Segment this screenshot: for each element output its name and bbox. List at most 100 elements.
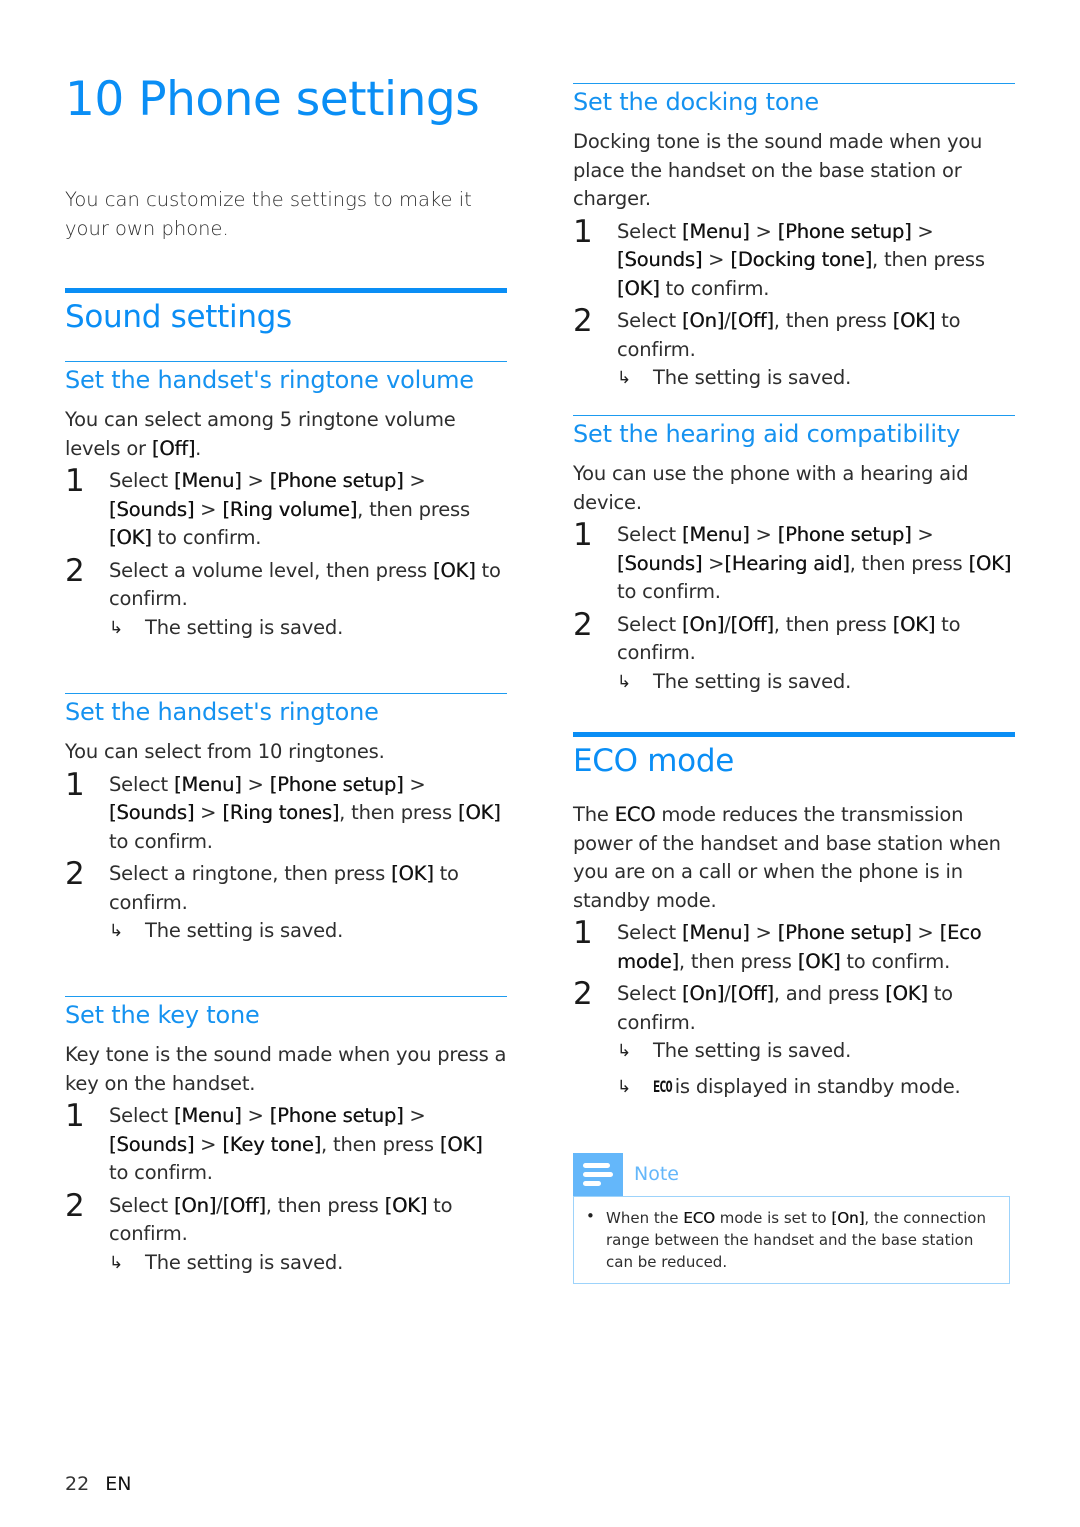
ui-term: [Ring volume] — [222, 497, 358, 521]
text-segment: Key tone is the sound made when you pres… — [65, 1043, 507, 1095]
result-arrow-icon: ↳ — [109, 1252, 124, 1273]
ui-term: [Ring tones] — [222, 801, 340, 824]
hearing-aid-steps: 1 Select [Menu] > [Phone setup] > [Sounds… — [573, 517, 1015, 697]
ringtone-volume-title: Set the handset's ringtone volume — [65, 366, 474, 394]
ui-term: [On] — [831, 1209, 865, 1227]
text-segment: > — [241, 1104, 270, 1127]
result-text: The setting is saved. — [653, 669, 852, 693]
text-segment: Select — [109, 469, 174, 492]
step-result-eco: ↳ ECO is displayed in standby mode. — [617, 1073, 1015, 1102]
text-segment: > — [702, 248, 731, 271]
step-text: Select [On]/[Off], and press [OK] to con… — [617, 980, 1015, 1037]
ui-term: [Phone setup] — [269, 1104, 404, 1127]
text-segment: to confirm. — [109, 829, 213, 853]
ui-term: [Phone setup] — [269, 772, 404, 796]
result-arrow-icon: ↳ — [617, 671, 632, 692]
ringtone-section: Set the handset's ringtone You can selec… — [65, 693, 507, 946]
result-arrow-icon: ↳ — [617, 1076, 632, 1097]
step-item: 2 Select a ringtone, then press [OK] to c… — [65, 856, 507, 946]
ui-term: [Phone setup] — [777, 921, 912, 944]
text-segment: Select — [109, 1104, 174, 1127]
text-segment: > — [749, 219, 778, 243]
text-segment: > — [749, 921, 778, 944]
text-segment: > — [403, 772, 426, 796]
text-segment: to confirm. — [617, 580, 721, 603]
ui-term: ECO — [683, 1209, 715, 1227]
text-segment: > — [749, 523, 778, 546]
step-text: Select [On]/[Off], then press [OK] to co… — [617, 611, 1015, 668]
note-text: When the ECO mode is set to [On], the co… — [606, 1209, 986, 1271]
docking-tone-section: Set the docking tone Docking tone is the… — [573, 83, 1015, 393]
step-result: ↳ The setting is saved. — [617, 668, 1015, 697]
text-segment: > — [194, 497, 223, 521]
result-text: is displayed in standby mode. — [674, 1074, 961, 1098]
result-arrow-icon: ↳ — [617, 1041, 632, 1061]
ringtone-steps: 1 Select [Menu] > [Phone setup] > [Sounds… — [65, 766, 507, 946]
text-segment: > — [241, 772, 270, 796]
text-segment: Select — [617, 309, 682, 332]
chapter-title: 10 Phone settings — [65, 72, 480, 127]
text-segment: to confirm. — [109, 1161, 213, 1184]
text-segment: , then press — [265, 1193, 385, 1217]
result-arrow-icon: ↳ — [109, 617, 124, 638]
text-segment: > — [194, 1132, 223, 1156]
text-segment: Select — [617, 523, 682, 546]
result-text: The setting is saved. — [653, 366, 852, 389]
text-segment: , then press — [773, 309, 893, 332]
eco-mode-description: The ECO mode reduces the transmission po… — [573, 801, 1015, 915]
eco-mode-steps: 1 Select [Menu] > [Phone setup] > [Eco mo… — [573, 916, 1015, 1102]
ui-term: [OK] — [391, 862, 434, 885]
text-segment: You can use the phone with a hearing aid… — [573, 462, 969, 514]
result-arrow-icon: ↳ — [109, 921, 124, 941]
ui-term: [On] — [681, 982, 725, 1005]
step-number: 2 — [65, 856, 85, 892]
eco-mode-section: ECO mode The ECO mode reduces the transm… — [573, 732, 1015, 1101]
text-segment: Select — [109, 772, 174, 796]
eco-icon: ECO — [653, 1077, 673, 1096]
note-label: Note — [634, 1163, 679, 1185]
step-text: Select [On]/[Off], then press [OK] to co… — [109, 1192, 507, 1249]
step-text: Select [Menu] > [Phone setup] > [Sounds]… — [617, 218, 1015, 304]
step-text: Select [Menu] > [Phone setup] > [Sounds]… — [109, 1102, 507, 1188]
ui-term: [Sounds] — [109, 801, 195, 824]
bullet-icon: • — [586, 1207, 595, 1225]
ringtone-description: You can select from 10 ringtones. — [65, 738, 507, 767]
text-segment: , then press — [339, 801, 458, 824]
page-footer: 22 EN — [65, 1473, 131, 1495]
text-segment: > — [911, 219, 934, 243]
step-text: Select a ringtone, then press [OK] to co… — [109, 860, 507, 917]
step-number: 1 — [573, 517, 593, 553]
ui-term: [OK] — [892, 612, 936, 636]
chapter-intro: You can customize the settings to make i… — [65, 188, 472, 240]
text-segment: > — [403, 1104, 426, 1127]
text-segment: , then press — [849, 551, 969, 575]
step-result: ↳ The setting is saved. — [617, 364, 1015, 393]
text-segment: , then press — [872, 248, 985, 271]
ui-term: [Off] — [151, 436, 196, 460]
step-item: 1 Select [Menu] > [Phone setup] > [Sounds… — [573, 215, 1015, 304]
ui-term: [Docking tone] — [730, 248, 872, 271]
text-segment: > — [241, 469, 270, 492]
step-text: Select [On]/[Off], then press [OK] to co… — [617, 307, 1015, 364]
text-segment: to confirm. — [151, 526, 262, 549]
step-number: 2 — [573, 976, 593, 1012]
ui-term: ECO — [614, 803, 656, 826]
step-number: 1 — [65, 766, 85, 803]
ui-term: [OK] — [109, 526, 152, 549]
step-text: Select [Menu] > [Phone setup] > [Sounds]… — [109, 771, 507, 857]
step-item: 2 Select a volume level, then press [OK] … — [65, 554, 507, 643]
ui-term: [Off] — [730, 612, 774, 636]
ui-term: [Sounds] — [109, 497, 195, 521]
step-item: 1 Select [Menu] > [Phone setup] > [Sounds… — [573, 517, 1015, 607]
ui-term: [Sounds] — [617, 551, 703, 575]
step-number: 2 — [65, 1187, 85, 1224]
result-text: The setting is saved. — [145, 615, 344, 639]
note-header: Note — [573, 1153, 1010, 1196]
ui-term: [Menu] — [681, 523, 750, 546]
step-text: Select [Menu] > [Phone setup] > [Eco mod… — [617, 919, 1015, 976]
ui-term: [Menu] — [173, 772, 242, 796]
sound-settings-title: Sound settings — [65, 299, 292, 335]
text-segment: Select — [109, 1193, 174, 1217]
ui-term: [Menu] — [681, 921, 750, 944]
page-number: 22 — [65, 1473, 90, 1495]
